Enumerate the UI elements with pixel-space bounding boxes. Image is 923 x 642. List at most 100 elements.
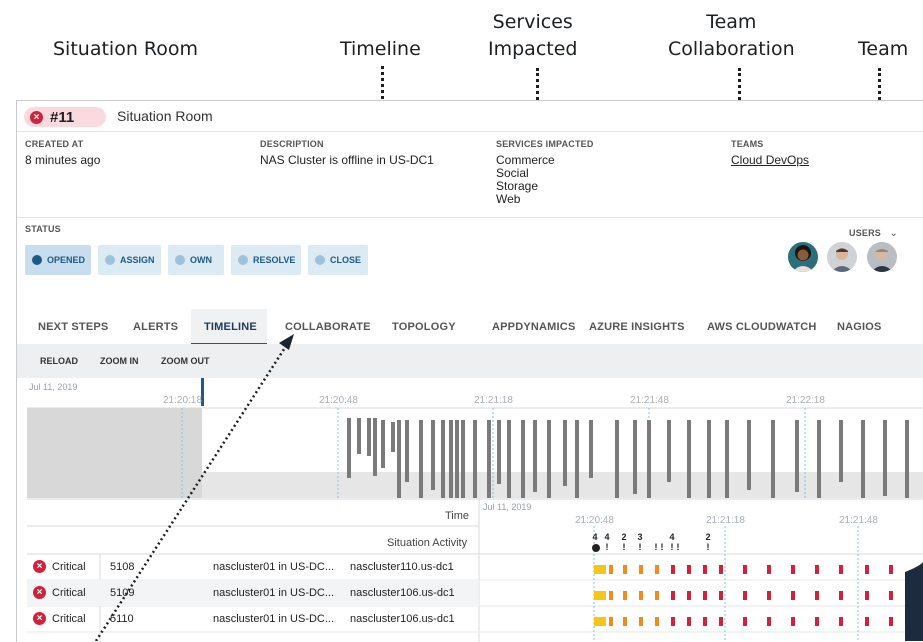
tick-label: 21:20:48 [575, 515, 614, 526]
tab-appdynamics[interactable]: APPDYNAMICS [492, 321, 576, 333]
activity-bar [725, 420, 729, 498]
activity-bar [575, 420, 579, 498]
activity-bar [441, 420, 445, 498]
activity-bar [563, 420, 567, 486]
activity-bar [883, 420, 887, 496]
time-column-label: Time [445, 510, 470, 522]
activity-bar [397, 420, 401, 498]
button-label: CLOSE [330, 255, 362, 265]
activity-count: 4 [604, 532, 610, 542]
activity-bar [533, 420, 537, 492]
activity-bar [589, 420, 593, 478]
description-label: DESCRIPTION [260, 139, 324, 149]
critical-icon: × [30, 111, 43, 124]
avatar[interactable] [827, 242, 857, 272]
activity-bar [455, 420, 459, 498]
activity-bar [771, 420, 775, 498]
tab-next-steps[interactable]: NEXT STEPS [38, 321, 108, 333]
id-cell: 5108 [110, 561, 135, 573]
callout-line: Team [706, 11, 757, 33]
callout-line: Impacted [488, 38, 578, 60]
tick-label: 21:22:18 [786, 395, 825, 406]
activity-count: 2 [621, 532, 627, 542]
own-button[interactable]: OWN [168, 245, 224, 275]
id-cell: 5110 [110, 613, 134, 625]
activity-bar [521, 420, 525, 498]
activity-bar [861, 420, 865, 498]
users-dropdown[interactable]: USERS ⌄ [849, 223, 898, 241]
situation-activity-label: Situation Activity [387, 537, 468, 549]
activity-bar [373, 418, 377, 476]
activity-bar [687, 420, 691, 498]
opened-button[interactable]: OPENED [25, 245, 91, 275]
activity-bar [547, 420, 551, 498]
timeline-date: Jul 11, 2019 [483, 502, 532, 512]
circle-icon [105, 255, 115, 265]
table-row[interactable]: × Critical 5110 nascluster01 in US-DC...… [27, 606, 923, 632]
tab-topology[interactable]: TOPOLOGY [392, 321, 456, 333]
tab-azure-insights[interactable]: AZURE INSIGHTS [589, 321, 685, 333]
user-avatar-icon [867, 242, 897, 272]
activity-count: 4 [669, 532, 675, 542]
table-row[interactable]: × Critical 5108 nascluster01 in US-DC...… [27, 554, 923, 580]
critical-icon: × [33, 612, 46, 625]
alert-mark-icon: ! [706, 542, 710, 552]
activity-bar [667, 420, 671, 482]
severity-cell: Critical [52, 587, 86, 599]
button-label: OPENED [47, 255, 86, 265]
circle-icon [315, 255, 325, 265]
status-label: STATUS [25, 224, 61, 234]
description-cell: nascluster01 in US-DC... [213, 587, 335, 599]
close-button[interactable]: CLOSE [308, 245, 368, 275]
service-item: Web [496, 192, 521, 206]
activity-bar [905, 420, 909, 498]
team-link[interactable]: Cloud DevOps [731, 154, 809, 167]
avatar[interactable] [867, 242, 897, 272]
activity-bar [473, 420, 477, 498]
button-label: ASSIGN [120, 255, 155, 265]
reload-button[interactable]: RELOAD [40, 356, 78, 366]
tick-label: 21:21:48 [839, 515, 878, 526]
callout-line: Collaboration [668, 38, 795, 60]
situation-room-panel: × #11 Situation Room CREATED AT 8 minute… [16, 100, 923, 642]
table-row[interactable]: × Critical 5109 nascluster01 in US-DC...… [27, 580, 923, 606]
activity-count: 4 [592, 532, 598, 542]
user-avatar-icon [827, 242, 857, 272]
activity-bar [633, 420, 637, 494]
activity-bar [747, 420, 751, 490]
tab-timeline[interactable]: TIMELINE [204, 321, 257, 333]
description-value: NAS Cluster is offline in US-DC1 [260, 153, 434, 167]
activity-bar [487, 420, 491, 498]
tab-nagios[interactable]: NAGIOS [837, 321, 882, 333]
tab-alerts[interactable]: ALERTS [133, 321, 178, 333]
resolve-button[interactable]: RESOLVE [231, 245, 301, 275]
avatar[interactable] [788, 242, 818, 272]
alert-mark-icon: ! [676, 542, 680, 552]
activity-bar [707, 420, 711, 498]
alert-mark-icon: ! [605, 542, 609, 552]
activity-bar [419, 420, 423, 498]
id-cell: 5109 [110, 587, 135, 599]
tick-label: 21:20:18 [163, 395, 202, 406]
activity-bar [817, 420, 821, 498]
activity-bar [497, 420, 501, 484]
callout-situation-room: Situation Room [53, 38, 199, 60]
activity-count: 2 [705, 532, 711, 542]
alert-mark-icon: ! [638, 542, 642, 552]
assign-button[interactable]: ASSIGN [98, 245, 161, 275]
situation-header: × #11 Situation Room [17, 101, 923, 132]
alert-mark-icon: ! [660, 542, 664, 552]
timeline-overview[interactable]: Jul 11, 2019 21:20:18 21:20:48 21:21:18 … [27, 378, 923, 498]
zoom-out-button[interactable]: ZOOM OUT [161, 356, 210, 366]
zoom-in-button[interactable]: ZOOM IN [100, 356, 139, 366]
critical-icon: × [33, 586, 46, 599]
host-cell: nascluster106.us-dc1 [350, 613, 455, 625]
tab-aws-cloudwatch[interactable]: AWS CLOUDWATCH [707, 321, 817, 333]
activity-bar [431, 420, 435, 490]
user-avatar-icon [788, 242, 818, 272]
teams-label: TEAMS [731, 139, 764, 149]
situation-id-badge: × #11 [24, 107, 106, 127]
activity-bar [461, 420, 465, 498]
tab-collaborate[interactable]: COLLABORATE [285, 321, 371, 333]
tick-label: 21:21:18 [474, 395, 513, 406]
